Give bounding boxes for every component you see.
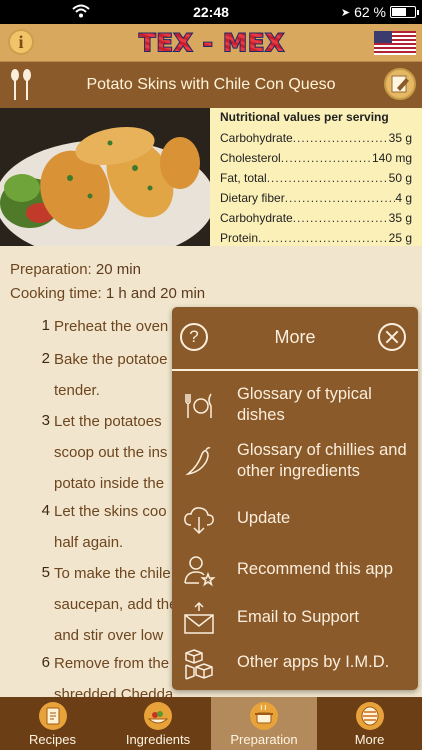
info-icon[interactable]: i [8,29,34,55]
note-pencil-icon [391,75,409,93]
menu-item-update[interactable]: Update [172,497,418,547]
us-flag-icon[interactable] [374,31,416,55]
nutrition-row: Protein.................................… [220,231,412,245]
popup-divider [172,369,418,371]
status-bar: 22:48 ➤ 62 % [0,0,422,24]
preparation-label: Preparation: [10,261,92,278]
nutrition-row: Dietary fiber...........................… [220,191,412,205]
tab-label: Preparation [230,732,298,747]
menu-item-glossary-dishes[interactable]: Glossary of typical dishes [172,382,418,432]
menu-item-label: Glossary of typical dishes [237,385,372,424]
battery-icon [390,6,419,18]
menu-item-label: Email to Support [237,608,359,626]
recipe-title: Potato Skins with Chile Con Queso [86,76,336,93]
location-arrow-icon: ➤ [340,6,351,19]
more-popup: ? More Glossary of typical dishes Glossa… [172,307,418,690]
tab-bar: Recipes Ingredients Preparation More [0,697,422,750]
menu-item-recommend[interactable]: Recommend this app [172,547,418,597]
menu-item-label: Update [237,509,291,527]
preparation-value: 20 min [95,261,141,278]
ingredients-icon [144,702,172,730]
more-icon [355,702,384,730]
cloud-download-icon [184,507,214,535]
tab-label: Ingredients [125,732,191,747]
nutrition-row: Carbohydrate............................… [220,131,412,145]
nutrition-row: Fat, total..............................… [220,171,412,185]
close-icon[interactable] [378,323,406,351]
menu-item-email-support[interactable]: Email to Support [172,595,418,645]
recipe-times: Preparation: 20 min Cooking time: 1 h an… [10,258,205,306]
envelope-icon [184,601,214,634]
menu-item-label: Recommend this app [237,560,393,578]
nutrition-row: Cholesterol.............................… [220,151,412,165]
notes-button[interactable] [384,68,416,100]
boxes-icon [185,649,213,680]
menu-item-label: Other apps by I.M.D. [237,653,390,671]
tab-more[interactable]: More [317,697,422,750]
tab-ingredients[interactable]: Ingredients [105,697,211,750]
recipe-title-bar: Potato Skins with Chile Con Queso [0,62,422,108]
person-star-icon [184,556,216,587]
cooking-value: 1 h and 20 min [105,285,206,302]
menu-item-label: Glossary of chillies and other ingredien… [237,441,407,480]
recipe-photo [0,108,210,246]
tab-recipes[interactable]: Recipes [0,697,105,750]
chili-icon [185,447,211,476]
nutrition-row: Carbohydrate............................… [220,211,412,225]
tab-label: More [354,732,385,747]
menu-item-glossary-chillies[interactable]: Glossary of chillies and other ingredien… [172,438,418,488]
spoon-icon [11,69,31,100]
tex-mex-logo: TEX - MEX [138,28,285,57]
tab-label: Recipes [29,732,76,747]
tab-preparation[interactable]: Preparation [211,697,317,750]
cooking-pot-icon [250,702,278,730]
app-header: i TEX - MEX [0,24,422,62]
recipe-book-icon [38,702,67,730]
cooking-label: Cooking time: [10,285,102,302]
popup-header: ? More [172,307,418,369]
svg-text:TEX - MEX: TEX - MEX [139,29,285,57]
nutrition-panel: Nutritional values per serving Carbohydr… [210,108,422,246]
battery-percent: 62 % [354,4,386,20]
cutlery-icon [185,393,212,418]
nutrition-heading: Nutritional values per serving [220,110,389,124]
menu-item-other-apps[interactable]: Other apps by I.M.D. [172,641,418,691]
